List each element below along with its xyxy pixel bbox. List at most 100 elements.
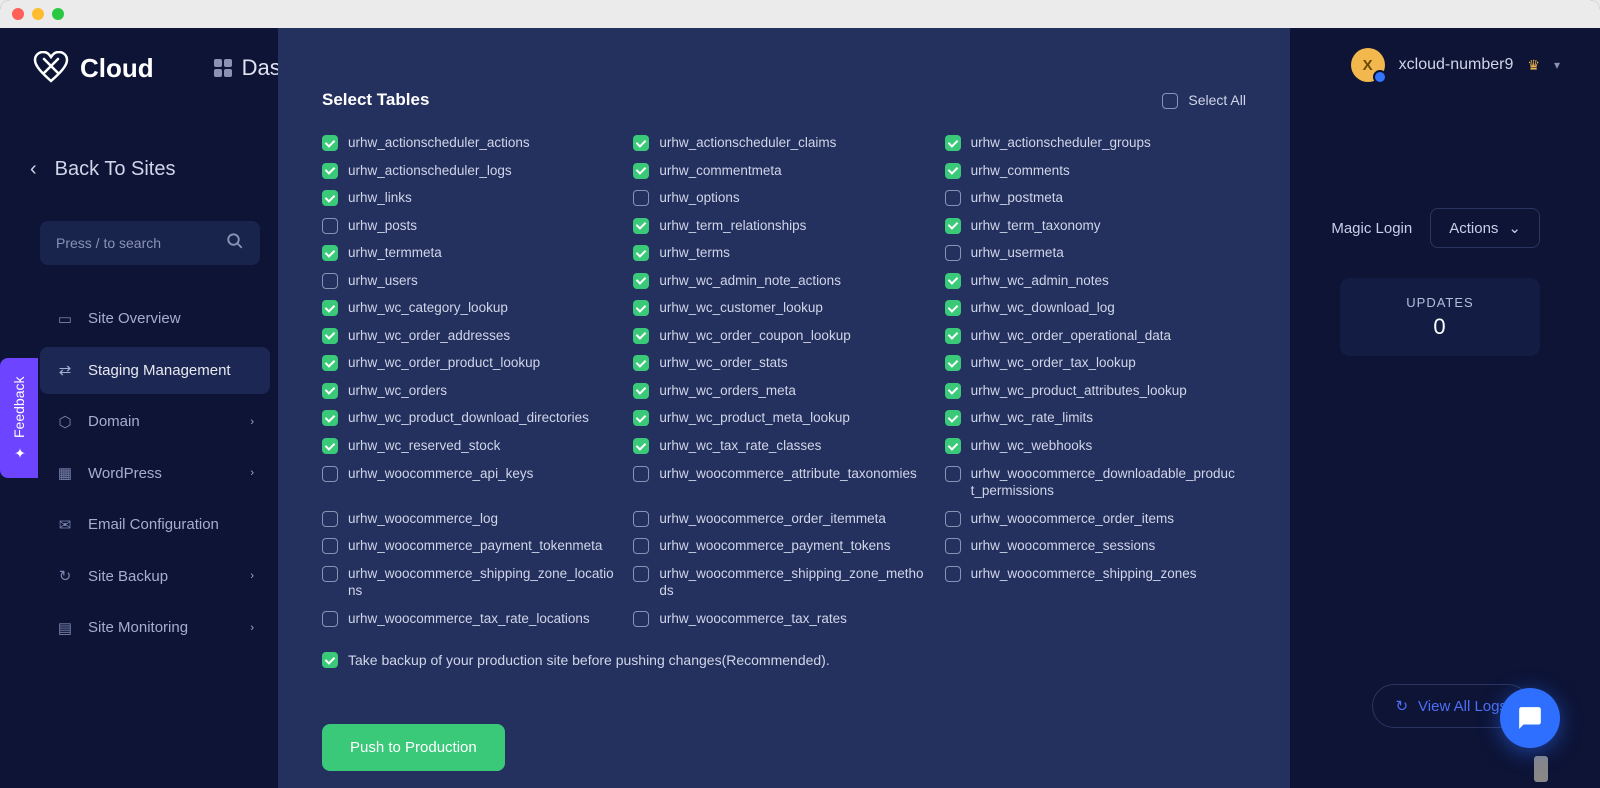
chat-widget-button[interactable] (1500, 688, 1560, 748)
close-window-button[interactable] (12, 8, 24, 20)
table-checkbox-item[interactable]: urhw_actionscheduler_groups (945, 134, 1246, 152)
table-checkbox-item[interactable]: urhw_woocommerce_api_keys (322, 465, 623, 500)
table-name-label: urhw_woocommerce_payment_tokenmeta (348, 537, 610, 555)
select-all-label: Select All (1188, 92, 1246, 108)
table-checkbox-item[interactable]: urhw_usermeta (945, 244, 1246, 262)
table-checkbox-item[interactable]: urhw_term_relationships (633, 217, 934, 235)
checkbox-icon (322, 611, 338, 627)
table-checkbox-item[interactable]: urhw_wc_order_addresses (322, 327, 623, 345)
table-checkbox-item[interactable]: urhw_wc_download_log (945, 299, 1246, 317)
table-checkbox-item[interactable]: urhw_woocommerce_tax_rate_locations (322, 610, 623, 628)
select-all-toggle[interactable]: Select All (1162, 92, 1246, 109)
table-checkbox-item[interactable]: urhw_wc_tax_rate_classes (633, 437, 934, 455)
table-checkbox-item[interactable]: urhw_actionscheduler_actions (322, 134, 623, 152)
scrollbar-thumb[interactable] (1534, 756, 1548, 782)
table-checkbox-item[interactable]: urhw_wc_webhooks (945, 437, 1246, 455)
sidebar-item-staging-management[interactable]: ⇄ Staging Management (40, 347, 270, 395)
table-checkbox-item[interactable]: urhw_wc_rate_limits (945, 409, 1246, 427)
push-to-production-button[interactable]: Push to Production (322, 724, 505, 771)
sidebar-item-site-monitoring[interactable]: ▤ Site Monitoring › (40, 604, 270, 652)
table-name-label: urhw_woocommerce_tax_rate_locations (348, 610, 598, 628)
table-checkbox-item[interactable]: urhw_wc_order_coupon_lookup (633, 327, 934, 345)
table-checkbox-item[interactable]: urhw_woocommerce_downloadable_product_pe… (945, 465, 1246, 500)
sidebar-item-email-configuration[interactable]: ✉ Email Configuration (40, 501, 270, 549)
table-checkbox-item[interactable]: urhw_woocommerce_payment_tokenmeta (322, 537, 623, 555)
sidebar-item-domain[interactable]: ⬡ Domain › (40, 398, 270, 446)
user-menu[interactable]: X xcloud-number9 ♛ ▾ (1351, 48, 1560, 82)
table-checkbox-item[interactable]: urhw_posts (322, 217, 623, 235)
table-name-label: urhw_usermeta (971, 244, 1072, 262)
table-checkbox-item[interactable]: urhw_woocommerce_payment_tokens (633, 537, 934, 555)
backup-recommend-row[interactable]: Take backup of your production site befo… (322, 651, 1246, 668)
actions-label: Actions (1449, 220, 1498, 237)
sidebar-item-site-backup[interactable]: ↻ Site Backup › (40, 553, 270, 601)
table-name-label: urhw_woocommerce_shipping_zone_locations (348, 565, 623, 600)
crown-icon: ♛ (1527, 57, 1540, 74)
minimize-window-button[interactable] (32, 8, 44, 20)
back-to-sites-link[interactable]: ‹ Back To Sites (30, 158, 275, 181)
table-checkbox-item[interactable]: urhw_commentmeta (633, 162, 934, 180)
table-checkbox-item[interactable]: urhw_woocommerce_attribute_taxonomies (633, 465, 934, 500)
nav-dashboard[interactable]: Dasl (214, 55, 286, 81)
table-checkbox-item[interactable]: urhw_term_taxonomy (945, 217, 1246, 235)
table-checkbox-item[interactable]: urhw_terms (633, 244, 934, 262)
sidebar-item-site-overview[interactable]: ▭ Site Overview (40, 295, 270, 343)
table-checkbox-item[interactable]: urhw_postmeta (945, 189, 1246, 207)
table-checkbox-item[interactable]: urhw_woocommerce_shipping_zone_locations (322, 565, 623, 600)
table-checkbox-item[interactable]: urhw_wc_customer_lookup (633, 299, 934, 317)
brand: Cloud (32, 49, 154, 87)
table-name-label: urhw_wc_order_addresses (348, 327, 518, 345)
table-name-label: urhw_woocommerce_order_items (971, 510, 1182, 528)
table-checkbox-item[interactable]: urhw_wc_product_meta_lookup (633, 409, 934, 427)
table-checkbox-item[interactable]: urhw_woocommerce_tax_rates (633, 610, 934, 628)
avatar-badge-icon (1373, 70, 1387, 84)
table-checkbox-item[interactable]: urhw_wc_orders_meta (633, 382, 934, 400)
table-checkbox-item[interactable]: urhw_woocommerce_shipping_zone_methods (633, 565, 934, 600)
checkbox-icon (633, 163, 649, 179)
table-checkbox-item[interactable]: urhw_actionscheduler_logs (322, 162, 623, 180)
table-checkbox-item[interactable]: urhw_users (322, 272, 623, 290)
table-checkbox-item[interactable]: urhw_comments (945, 162, 1246, 180)
maximize-window-button[interactable] (52, 8, 64, 20)
table-checkbox-item[interactable]: urhw_wc_product_download_directories (322, 409, 623, 427)
checkbox-icon (945, 328, 961, 344)
table-checkbox-item[interactable]: urhw_wc_product_attributes_lookup (945, 382, 1246, 400)
feedback-tab[interactable]: ✦ Feedback (0, 358, 38, 478)
table-checkbox-item[interactable]: urhw_wc_category_lookup (322, 299, 623, 317)
table-checkbox-item[interactable]: urhw_links (322, 189, 623, 207)
table-name-label: urhw_woocommerce_api_keys (348, 465, 541, 483)
table-name-label: urhw_wc_product_meta_lookup (659, 409, 858, 427)
checkbox-icon (945, 538, 961, 554)
table-name-label: urhw_wc_tax_rate_classes (659, 437, 829, 455)
table-checkbox-item[interactable]: urhw_woocommerce_log (322, 510, 623, 528)
sidebar-item-wordpress[interactable]: ▦ WordPress › (40, 450, 270, 498)
table-checkbox-item[interactable]: urhw_termmeta (322, 244, 623, 262)
table-checkbox-item[interactable]: urhw_woocommerce_order_itemmeta (633, 510, 934, 528)
table-checkbox-item[interactable]: urhw_wc_admin_notes (945, 272, 1246, 290)
email-icon: ✉ (56, 516, 74, 534)
staging-icon: ⇄ (56, 361, 74, 379)
avatar-initial: X (1363, 57, 1373, 74)
search-input[interactable]: Press / to search (40, 221, 260, 265)
search-icon (226, 232, 244, 255)
checkbox-icon (322, 245, 338, 261)
checkbox-icon (945, 410, 961, 426)
table-checkbox-item[interactable]: urhw_woocommerce_order_items (945, 510, 1246, 528)
checkbox-icon (322, 652, 338, 668)
sidebar: ‹ Back To Sites Press / to search ▭ Site… (0, 158, 275, 788)
table-checkbox-item[interactable]: urhw_woocommerce_shipping_zones (945, 565, 1246, 600)
table-checkbox-item[interactable]: urhw_wc_admin_note_actions (633, 272, 934, 290)
checkbox-icon (633, 135, 649, 151)
table-checkbox-item[interactable]: urhw_wc_orders (322, 382, 623, 400)
table-checkbox-item[interactable]: urhw_wc_order_tax_lookup (945, 354, 1246, 372)
magic-login-link[interactable]: Magic Login (1331, 220, 1412, 237)
table-checkbox-item[interactable]: urhw_actionscheduler_claims (633, 134, 934, 152)
table-checkbox-item[interactable]: urhw_wc_order_stats (633, 354, 934, 372)
actions-dropdown-button[interactable]: Actions ⌄ (1430, 208, 1540, 248)
table-checkbox-item[interactable]: urhw_options (633, 189, 934, 207)
table-checkbox-item[interactable]: urhw_wc_reserved_stock (322, 437, 623, 455)
table-checkbox-item[interactable]: urhw_wc_order_operational_data (945, 327, 1246, 345)
table-checkbox-item[interactable]: urhw_woocommerce_sessions (945, 537, 1246, 555)
table-checkbox-item[interactable]: urhw_wc_order_product_lookup (322, 354, 623, 372)
table-name-label: urhw_termmeta (348, 244, 450, 262)
